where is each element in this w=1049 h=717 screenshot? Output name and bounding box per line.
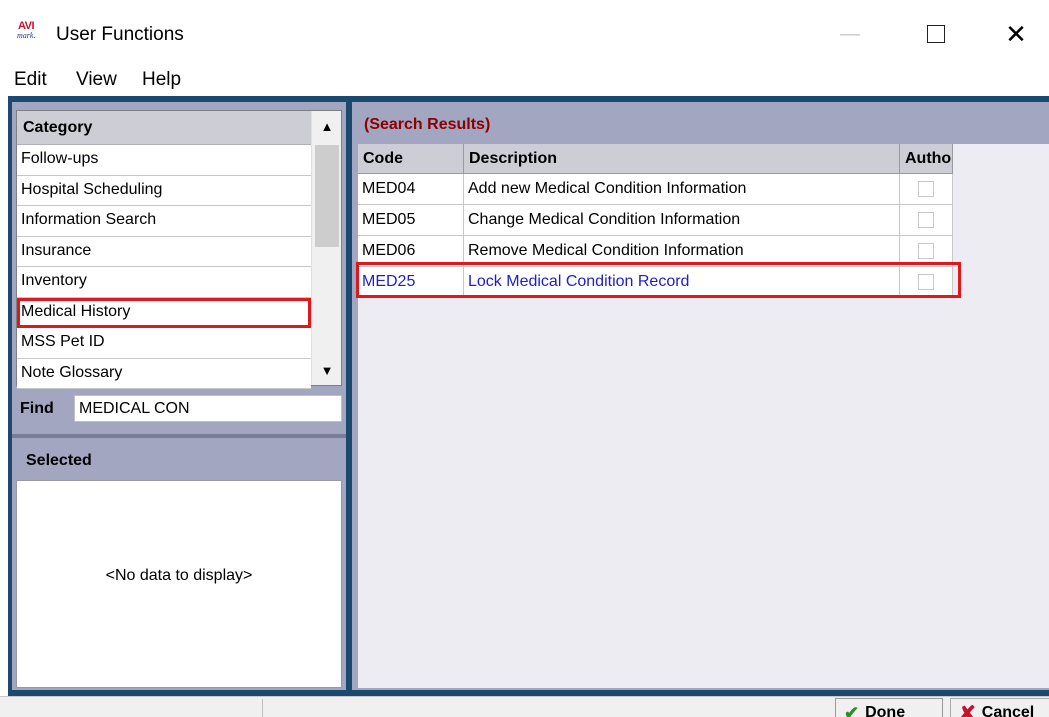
menu-help[interactable]: Help	[142, 69, 181, 91]
authorized-checkbox[interactable]	[918, 243, 934, 259]
done-label: Done	[865, 704, 906, 717]
selected-header: Selected	[26, 452, 92, 469]
column-header-code[interactable]: Code	[358, 144, 464, 174]
panel-divider[interactable]	[12, 434, 346, 438]
table-row[interactable]: MED04 Add new Medical Condition Informat…	[358, 174, 953, 205]
row-auth-cell	[900, 236, 953, 267]
cancel-x-icon: ✘	[959, 702, 976, 717]
category-header[interactable]: Category	[17, 111, 311, 145]
minimize-icon: —	[840, 22, 860, 45]
search-results-grid[interactable]: Code Description Autho MED04 Add new Med…	[358, 144, 1049, 688]
close-button[interactable]: ✕	[996, 18, 1036, 50]
done-button[interactable]: ✔ Done	[835, 698, 943, 717]
category-item-information-search[interactable]: Information Search	[17, 206, 311, 237]
status-separator	[262, 699, 263, 717]
authorized-checkbox[interactable]	[918, 181, 934, 197]
selected-list[interactable]: <No data to display>	[16, 480, 342, 688]
avimark-logo-icon: AVI mark.	[17, 20, 36, 40]
maximize-icon	[927, 25, 945, 43]
no-data-message: <No data to display>	[105, 567, 253, 584]
results-header-row: Code Description Autho	[358, 144, 953, 174]
row-auth-cell	[900, 267, 953, 298]
scroll-thumb[interactable]	[315, 145, 339, 247]
row-code: MED04	[358, 174, 464, 205]
table-row[interactable]: MED05 Change Medical Condition Informati…	[358, 205, 953, 236]
category-item-mss-pet-id[interactable]: MSS Pet ID	[17, 328, 311, 359]
category-item-note-glossary[interactable]: Note Glossary	[17, 358, 311, 389]
category-item-insurance[interactable]: Insurance	[17, 236, 311, 267]
row-description: Add new Medical Condition Information	[464, 174, 900, 205]
window-title: User Functions	[56, 24, 184, 45]
category-rows: Follow-ups Hospital Scheduling Informati…	[17, 145, 311, 389]
find-input[interactable]	[74, 395, 342, 422]
cancel-label: Cancel	[981, 704, 1035, 717]
row-description: Lock Medical Condition Record	[464, 267, 900, 298]
column-header-description[interactable]: Description	[464, 144, 900, 174]
category-item-inventory[interactable]: Inventory	[17, 267, 311, 298]
row-code: MED05	[358, 205, 464, 236]
row-description: Remove Medical Condition Information	[464, 236, 900, 267]
find-row: Find	[16, 394, 342, 424]
category-scrollbar[interactable]: ▲ ▼	[311, 111, 341, 385]
authorized-checkbox[interactable]	[918, 212, 934, 228]
authorized-checkbox[interactable]	[918, 274, 934, 290]
menu-bar: Edit View Help	[0, 64, 1049, 96]
category-item-hospital-scheduling[interactable]: Hospital Scheduling	[17, 175, 311, 206]
category-item-follow-ups[interactable]: Follow-ups	[17, 145, 311, 176]
title-bar: AVI mark. User Functions — ✕	[0, 0, 1049, 66]
category-item-medical-history[interactable]: Medical History	[17, 297, 311, 328]
row-code: MED06	[358, 236, 464, 267]
menu-edit[interactable]: Edit	[14, 69, 47, 91]
checkmark-icon: ✔	[844, 702, 860, 717]
find-label: Find	[20, 400, 54, 417]
menu-view[interactable]: View	[76, 69, 117, 91]
maximize-button[interactable]	[916, 18, 956, 50]
search-results-title: (Search Results)	[364, 116, 491, 133]
row-auth-cell	[900, 174, 953, 205]
column-header-authorized[interactable]: Autho	[900, 144, 953, 174]
row-auth-cell	[900, 205, 953, 236]
scroll-up-arrow-icon[interactable]: ▲	[312, 111, 342, 141]
table-row[interactable]: MED25 Lock Medical Condition Record	[358, 267, 953, 298]
scroll-down-arrow-icon[interactable]: ▼	[312, 355, 342, 385]
category-list[interactable]: Category Follow-ups Hospital Scheduling …	[16, 110, 342, 389]
minimize-button[interactable]: —	[830, 18, 870, 50]
table-row[interactable]: MED06 Remove Medical Condition Informati…	[358, 236, 953, 267]
cancel-button[interactable]: ✘ Cancel	[950, 698, 1049, 717]
row-description: Change Medical Condition Information	[464, 205, 900, 236]
row-code: MED25	[358, 267, 464, 298]
close-icon: ✕	[1005, 18, 1027, 49]
